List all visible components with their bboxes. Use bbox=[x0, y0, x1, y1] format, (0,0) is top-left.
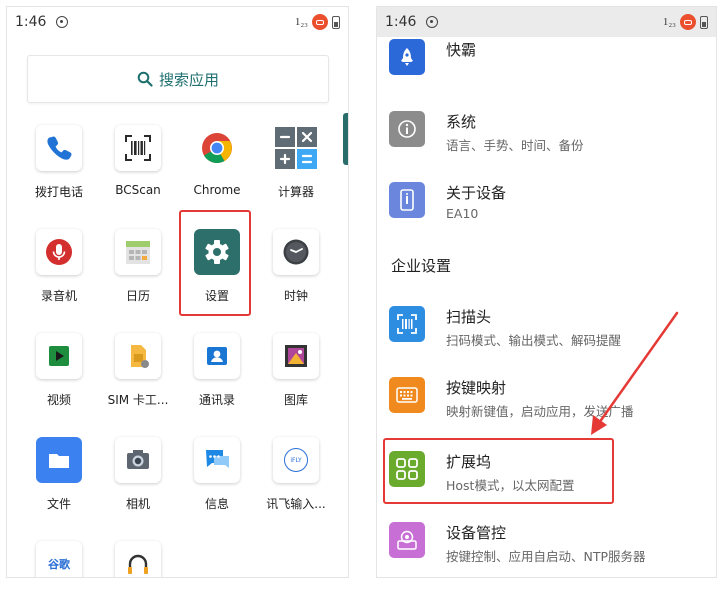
camera-icon bbox=[115, 437, 161, 483]
app-label: 讯飞输入... bbox=[266, 497, 326, 511]
partial-app-icon: 谷歌 bbox=[36, 541, 82, 577]
app-camera[interactable]: 相机 bbox=[98, 437, 178, 512]
app-video[interactable]: 视频 bbox=[19, 333, 99, 408]
app-drawer-screen: 1:46 1₂₃ 搜索应用 拨打电话 BCScan Chrome 计算器 录音机… bbox=[6, 6, 349, 578]
search-apps-bar[interactable]: 搜索应用 bbox=[27, 55, 329, 103]
app-clock[interactable]: 时钟 bbox=[256, 229, 336, 304]
partial-app-icon-text: 谷歌 bbox=[48, 558, 70, 571]
app-label: 日历 bbox=[125, 289, 150, 303]
calculator-icon bbox=[273, 125, 319, 171]
headset-icon bbox=[115, 541, 161, 577]
app-label: 录音机 bbox=[40, 289, 77, 303]
folder-icon bbox=[36, 437, 82, 483]
annotation-arrow-icon bbox=[591, 311, 679, 435]
app-partial-2[interactable] bbox=[98, 541, 178, 577]
app-phone[interactable]: 拨打电话 bbox=[19, 125, 99, 200]
app-label: 文件 bbox=[46, 497, 71, 511]
battery-icon bbox=[332, 15, 340, 29]
app-label: 通讯录 bbox=[198, 393, 235, 407]
ifly-icon: iFLY bbox=[273, 437, 319, 483]
app-label: 相机 bbox=[125, 497, 150, 511]
app-files[interactable]: 文件 bbox=[19, 437, 99, 512]
status-bar: 1:46 1₂₃ bbox=[7, 7, 348, 37]
app-sim-toolkit[interactable]: SIM 卡工... bbox=[98, 333, 178, 408]
app-ifly-input[interactable]: iFLY 讯飞输入... bbox=[256, 437, 336, 512]
chrome-icon bbox=[194, 125, 240, 171]
message-icon bbox=[194, 437, 240, 483]
app-bcscan[interactable]: BCScan bbox=[98, 125, 178, 197]
app-messages[interactable]: 信息 bbox=[177, 437, 257, 512]
app-partial-1[interactable]: 谷歌 bbox=[19, 541, 99, 577]
barcode-scan-icon bbox=[115, 125, 161, 171]
app-label: 时钟 bbox=[283, 289, 308, 303]
recording-icon bbox=[312, 14, 328, 30]
status-time: 1:46 bbox=[15, 14, 47, 30]
sim-card-icon bbox=[115, 333, 161, 379]
app-contacts[interactable]: 通讯录 bbox=[177, 333, 257, 408]
gallery-icon bbox=[273, 333, 319, 379]
app-label: BCScan bbox=[115, 183, 161, 197]
ifly-logo-text: iFLY bbox=[290, 456, 302, 464]
microphone-icon bbox=[36, 229, 82, 275]
app-label: 图库 bbox=[283, 393, 308, 407]
scroll-indicator[interactable] bbox=[343, 113, 348, 165]
search-icon bbox=[137, 71, 153, 87]
search-apps-label: 搜索应用 bbox=[158, 70, 219, 89]
clock-icon bbox=[273, 229, 319, 275]
app-gallery[interactable]: 图库 bbox=[256, 333, 336, 408]
app-recorder[interactable]: 录音机 bbox=[19, 229, 99, 304]
app-label: 视频 bbox=[46, 393, 71, 407]
app-label: 计算器 bbox=[277, 185, 314, 199]
settings-screen: 1:46 1₂₃ 快霸 系统 语言、手势、时间、备份 关于设备 EA10 企业设… bbox=[376, 6, 717, 578]
input-mode-badge: 1₂₃ bbox=[294, 16, 308, 28]
sync-status-icon bbox=[56, 16, 69, 28]
app-chrome[interactable]: Chrome bbox=[177, 125, 257, 197]
app-label: SIM 卡工... bbox=[107, 393, 169, 407]
highlight-box-settings bbox=[179, 210, 251, 316]
phone-icon bbox=[36, 125, 82, 171]
app-calculator[interactable]: 计算器 bbox=[256, 125, 336, 200]
app-label: 信息 bbox=[204, 497, 229, 511]
app-label: 拨打电话 bbox=[34, 185, 83, 199]
contacts-icon bbox=[194, 333, 240, 379]
app-calendar[interactable]: 日历 bbox=[98, 229, 178, 304]
calendar-icon bbox=[115, 229, 161, 275]
video-play-icon bbox=[36, 333, 82, 379]
app-label: Chrome bbox=[193, 183, 241, 197]
